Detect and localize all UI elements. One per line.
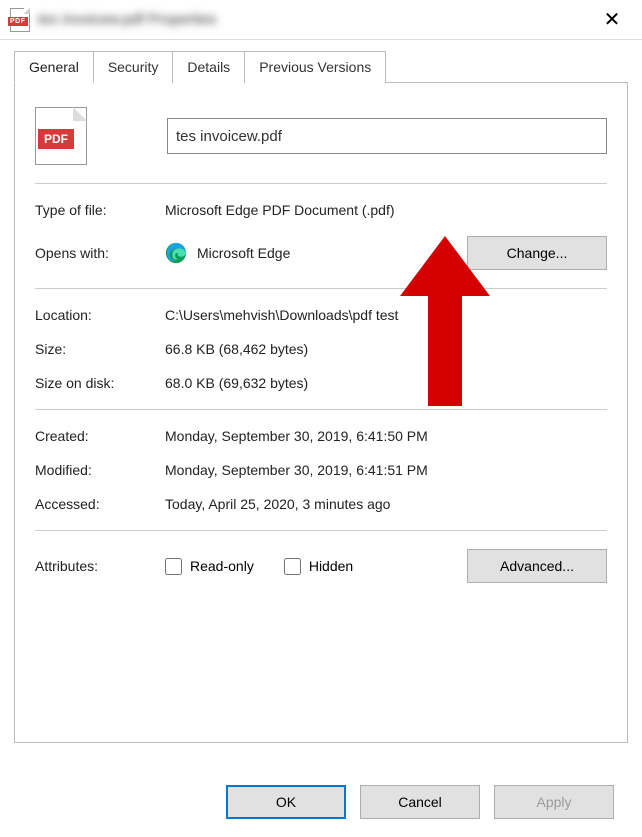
window-title: tes invoicew.pdf Properties [38,11,216,28]
close-button[interactable]: ✕ [592,5,632,35]
hidden-checkbox[interactable]: Hidden [284,558,353,575]
filename-input[interactable] [167,118,607,154]
value-modified: Monday, September 30, 2019, 6:41:51 PM [165,462,607,478]
edge-icon [165,242,187,264]
label-size-on-disk: Size on disk: [35,375,165,391]
label-type: Type of file: [35,202,165,218]
value-accessed: Today, April 25, 2020, 3 minutes ago [165,496,607,512]
tab-general[interactable]: General [14,51,94,83]
label-created: Created: [35,428,165,444]
value-type: Microsoft Edge PDF Document (.pdf) [165,202,607,218]
label-location: Location: [35,307,165,323]
value-created: Monday, September 30, 2019, 6:41:50 PM [165,428,607,444]
value-location: C:\Users\mehvish\Downloads\pdf test [165,307,607,323]
label-size: Size: [35,341,165,357]
general-panel: PDF Type of file: Microsoft Edge PDF Doc… [14,83,628,743]
tab-previous-versions[interactable]: Previous Versions [244,51,386,83]
label-attributes: Attributes: [35,558,165,574]
value-opens-with: Microsoft Edge [197,245,290,261]
label-modified: Modified: [35,462,165,478]
tab-bar: General Security Details Previous Versio… [14,50,628,83]
value-size-on-disk: 68.0 KB (69,632 bytes) [165,375,607,391]
label-opens-with: Opens with: [35,245,165,261]
label-accessed: Accessed: [35,496,165,512]
hidden-label: Hidden [309,558,353,574]
tab-details[interactable]: Details [172,51,245,83]
readonly-checkbox[interactable]: Read-only [165,558,254,575]
titlebar: PDF tes invoicew.pdf Properties ✕ [0,0,642,40]
change-button[interactable]: Change... [467,236,607,270]
apply-button[interactable]: Apply [494,785,614,819]
readonly-label: Read-only [190,558,254,574]
pdf-large-icon: PDF [35,107,87,165]
dialog-buttons: OK Cancel Apply [226,785,614,819]
hidden-checkbox-input[interactable] [284,558,301,575]
cancel-button[interactable]: Cancel [360,785,480,819]
advanced-button[interactable]: Advanced... [467,549,607,583]
tab-security[interactable]: Security [93,51,174,83]
readonly-checkbox-input[interactable] [165,558,182,575]
pdf-file-icon: PDF [10,8,30,32]
value-size: 66.8 KB (68,462 bytes) [165,341,607,357]
ok-button[interactable]: OK [226,785,346,819]
